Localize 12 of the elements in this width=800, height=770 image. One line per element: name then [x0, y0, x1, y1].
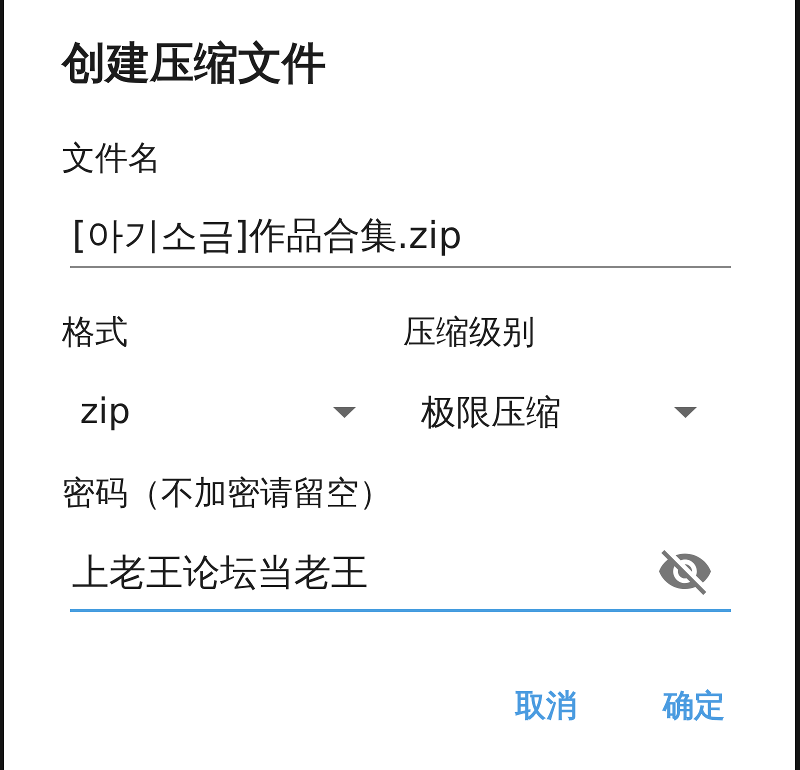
select-label: 压缩级别: [403, 312, 535, 352]
dropdown[interactable]: 极限压缩: [403, 388, 703, 436]
filename-field[interactable]: [아기소금]作品合集.zip: [70, 214, 731, 268]
select-label: 格式: [62, 312, 128, 352]
password-label: 密码（不加密请留空）: [62, 473, 392, 513]
password-field[interactable]: 上老王论坛当老王: [70, 550, 731, 612]
caret-icon: [674, 406, 697, 418]
dialog-title: 创建压缩文件: [62, 37, 327, 91]
dropdown[interactable]: zip: [62, 388, 362, 436]
eye-off-icon[interactable]: [659, 550, 711, 595]
caret-icon: [333, 406, 356, 418]
filename-label: 文件名: [62, 138, 161, 178]
